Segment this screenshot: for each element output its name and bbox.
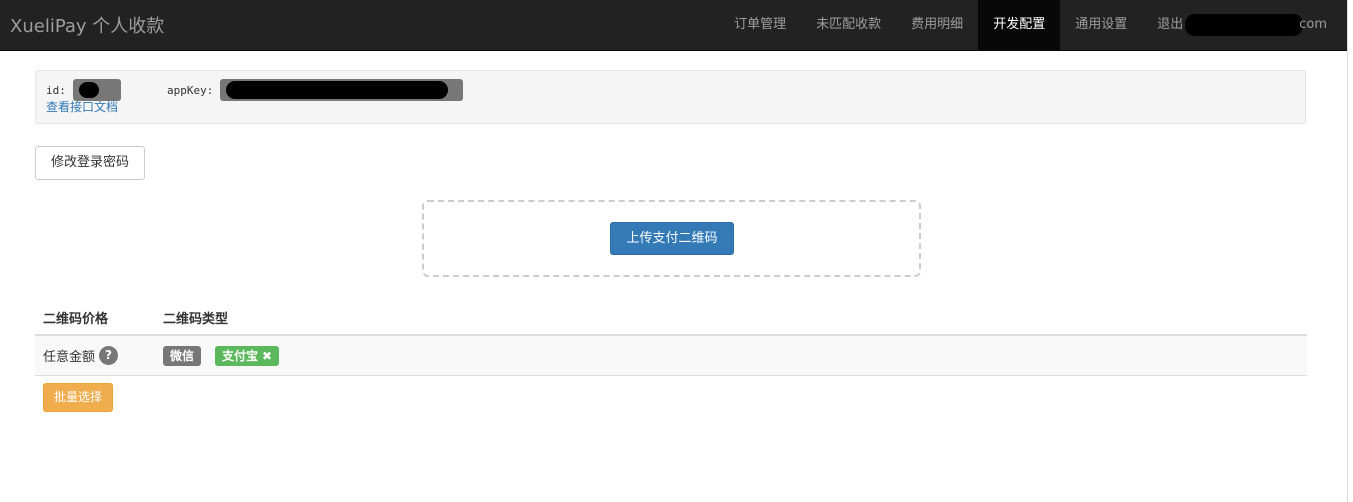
nav-menu: 订单管理 未匹配收款 费用明细 开发配置 通用设置 退出 com [719, 0, 1341, 50]
alipay-label: 支付宝 [222, 349, 259, 363]
price-cell: 任意金额 ? [43, 346, 119, 365]
redacted-id [78, 82, 99, 98]
type-tag-alipay[interactable]: 支付宝 ✖ [215, 346, 280, 366]
appkey-label: appKey: [167, 83, 214, 97]
header-type: 二维码类型 [163, 312, 229, 327]
redacted-account-email [1185, 13, 1304, 36]
nav-item-general-settings[interactable]: 通用设置 [1060, 0, 1142, 50]
nav-item-logout[interactable]: 退出 com [1142, 0, 1341, 50]
nav-item-unmatched-payments[interactable]: 未匹配收款 [801, 0, 896, 50]
upload-qrcode-button[interactable]: 上传支付二维码 [610, 222, 734, 255]
logout-label: 退出 [1157, 17, 1184, 32]
qrcode-table: 二维码价格 二维码类型 任意金额 ? 微信 支付宝 ✖ [35, 296, 1307, 376]
top-navbar: XueliPay 个人收款 订单管理 未匹配收款 费用明细 开发配置 通用设置 … [0, 0, 1347, 51]
appkey-value [220, 79, 464, 101]
times-icon[interactable]: ✖ [262, 349, 272, 363]
price-value: 任意金额 [43, 350, 96, 365]
type-tag-wechat[interactable]: 微信 [163, 346, 202, 366]
redacted-appkey [226, 81, 449, 99]
type-cell: 微信 支付宝 ✖ [163, 346, 280, 366]
question-circle-icon[interactable]: ? [99, 346, 119, 365]
api-info-panel: id: appKey: 查看接口文档 [35, 70, 1306, 124]
change-password-button[interactable]: 修改登录密码 [35, 146, 145, 180]
table-header: 二维码价格 二维码类型 [35, 296, 1307, 336]
header-price: 二维码价格 [43, 312, 109, 327]
nav-item-fee-details[interactable]: 费用明细 [896, 0, 978, 50]
api-docs-link[interactable]: 查看接口文档 [46, 98, 118, 115]
id-label: id: [46, 83, 66, 97]
nav-item-orders[interactable]: 订单管理 [719, 0, 801, 50]
account-email-suffix: com [1299, 17, 1327, 32]
nav-item-dev-config[interactable]: 开发配置 [978, 0, 1061, 50]
brand-title[interactable]: XueliPay 个人收款 [10, 12, 164, 38]
window-edge [1347, 0, 1353, 502]
appkey-row: appKey: [167, 79, 464, 101]
batch-select-button[interactable]: 批量选择 [43, 383, 113, 412]
table-row: 任意金额 ? 微信 支付宝 ✖ [35, 336, 1307, 376]
